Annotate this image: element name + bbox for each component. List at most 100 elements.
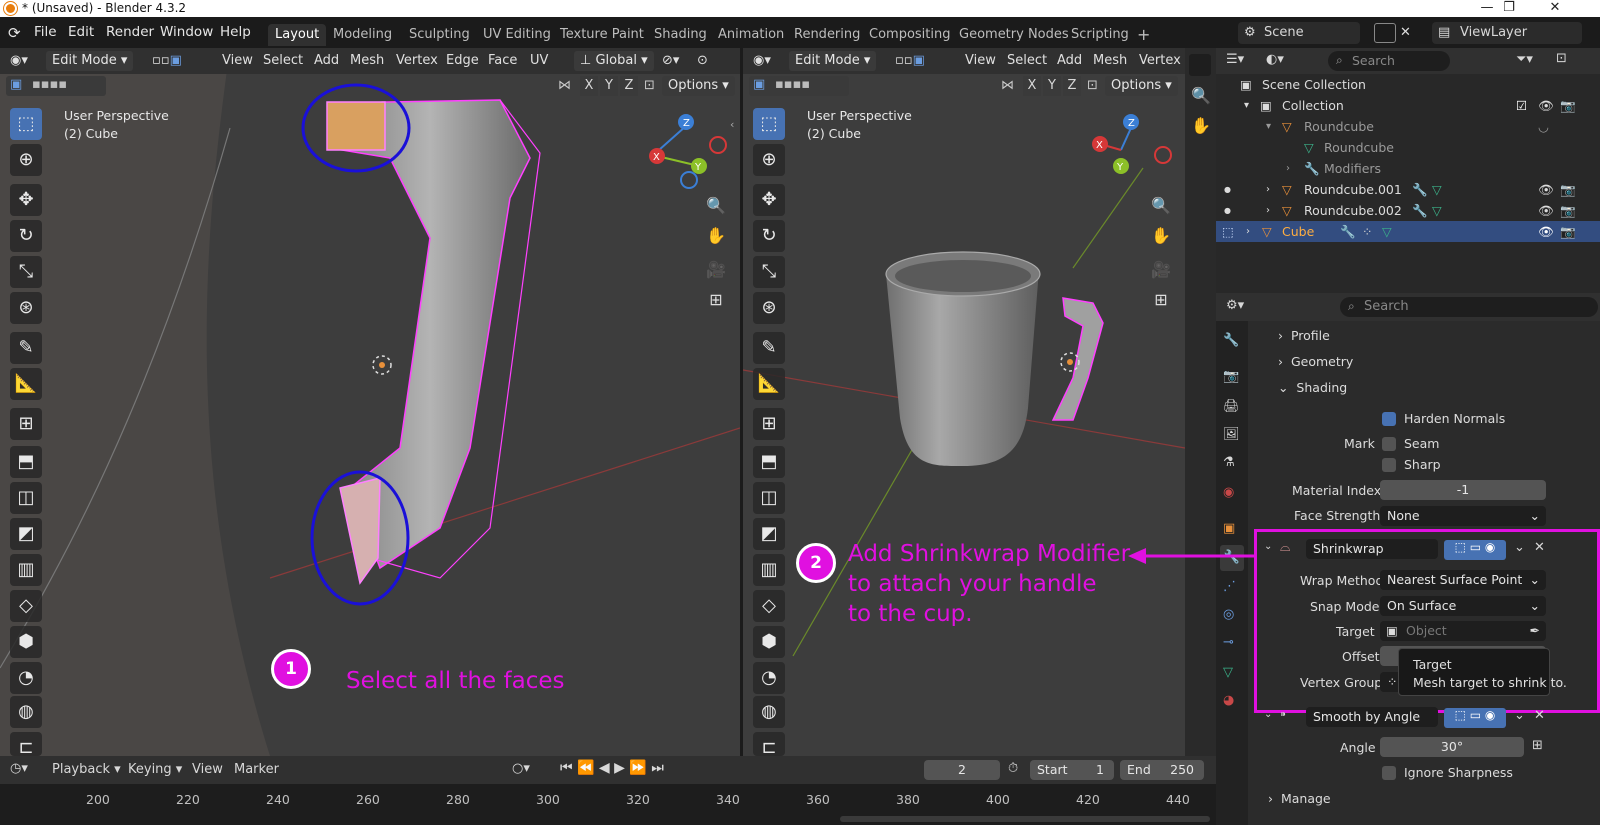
mirror-y-toggle[interactable]: Y <box>1043 76 1061 96</box>
constraints-tab-icon[interactable]: ⊸ <box>1223 635 1234 650</box>
chevron-right-icon[interactable]: › <box>1266 179 1270 200</box>
sidebar-toggle-icon[interactable]: ‹ <box>730 118 734 131</box>
material-index-field[interactable]: -1 <box>1380 480 1546 500</box>
viewport-right[interactable]: Z Y X ◉▾ Edit Mode ▾ ▫▫▣ View Select Add… <box>743 48 1185 756</box>
angle-field[interactable]: 30° <box>1380 737 1524 757</box>
smooth-tool-icon[interactable]: ◍ <box>10 696 42 728</box>
tab-layout[interactable]: Layout <box>268 24 327 46</box>
end-frame-field[interactable]: End 250 <box>1120 760 1204 780</box>
select-box-modes[interactable]: ▣ ▪▪▪▪ <box>6 76 106 96</box>
viewport-left[interactable]: Z Y X ◉▾ Edit Mode ▾ ▫▫▣ View Select Add… <box>0 48 740 756</box>
stopwatch-icon[interactable]: ⏱ <box>1008 761 1018 776</box>
outliner-editor-icon[interactable]: ☰▾ <box>1226 52 1244 67</box>
zoom-icon[interactable]: 🔍 <box>1187 82 1215 110</box>
eye-icon[interactable]: 👁 <box>1538 179 1554 200</box>
scale-tool-icon[interactable]: ⤡ <box>10 256 42 288</box>
zoom-icon[interactable]: 🔍 <box>702 192 730 220</box>
remove-modifier-icon[interactable]: ✕ <box>1534 708 1545 723</box>
mode-selector[interactable]: Edit Mode ▾ <box>789 51 877 71</box>
vp-menu-mesh[interactable]: Mesh <box>1093 53 1127 68</box>
tab-shading[interactable]: Shading <box>647 24 714 46</box>
tab-compositing[interactable]: Compositing <box>862 24 958 46</box>
pan-hand-icon[interactable]: ✋ <box>1187 112 1215 140</box>
scene-selector[interactable]: ⚙ Scene <box>1238 22 1360 44</box>
mirror-y-toggle[interactable]: Y <box>600 76 618 96</box>
shrinkwrap-name-field[interactable]: Shrinkwrap <box>1306 539 1438 559</box>
tab-uv-editing[interactable]: UV Editing <box>476 24 558 46</box>
bevel-tool-icon[interactable]: ◩ <box>753 518 785 550</box>
tool-tab-icon[interactable]: 🔧 <box>1223 333 1239 348</box>
outliner-search[interactable]: ⌕ Search <box>1328 51 1450 71</box>
outliner-row-roundcube-002[interactable]: ● › ▽ Roundcube.002 🔧 ▽ 👁 📷 <box>1216 200 1600 221</box>
menu-help[interactable]: Help <box>220 24 251 40</box>
chevron-right-icon[interactable]: › <box>1246 221 1250 242</box>
record-icon[interactable]: ○▾ <box>512 761 530 776</box>
panel-profile[interactable]: › Profile <box>1278 328 1330 343</box>
move-tool-icon[interactable]: ✥ <box>10 184 42 216</box>
editor-type-icon[interactable]: ◉▾ <box>10 53 28 68</box>
display-mode-icon[interactable]: ◐▾ <box>1266 52 1284 67</box>
eye-closed-icon[interactable]: ◡ <box>1538 116 1549 137</box>
add-cube-tool-icon[interactable]: ⊞ <box>753 408 785 440</box>
vp-menu-mesh[interactable]: Mesh <box>350 53 384 68</box>
shear-tool-icon[interactable]: ⊏ <box>10 732 42 756</box>
options-dropdown[interactable]: Options ▾ <box>1105 76 1178 96</box>
vp-menu-vertex[interactable]: Vertex <box>396 53 438 68</box>
output-tab-icon[interactable]: 🖨 <box>1223 399 1240 414</box>
poly-build-tool-icon[interactable]: ⬢ <box>753 626 785 658</box>
panel-manage[interactable]: › Manage <box>1268 791 1331 806</box>
vp-menu-view[interactable]: View <box>965 53 996 68</box>
annotate-tool-icon[interactable]: ✎ <box>753 332 785 364</box>
editor-type-icon[interactable]: ◉▾ <box>753 53 771 68</box>
material-tab-icon[interactable]: ◕ <box>1223 693 1234 708</box>
pan-hand-icon[interactable]: ✋ <box>702 222 730 250</box>
eyedropper-icon[interactable]: ✒ <box>1530 621 1540 641</box>
current-frame-field[interactable]: 2 <box>924 760 1000 780</box>
outliner-row-roundcube-mesh[interactable]: ▽ Roundcube <box>1216 137 1600 158</box>
pivot-icon[interactable]: ⊘▾ <box>662 53 679 68</box>
timeline-editor-icon[interactable]: ◷▾ <box>10 761 28 776</box>
tab-sculpting[interactable]: Sculpting <box>402 24 477 46</box>
panel-shading[interactable]: ⌄ Shading <box>1278 380 1347 395</box>
outliner-row-scene-collection[interactable]: ▣ Scene Collection <box>1216 74 1600 95</box>
menu-window[interactable]: Window <box>160 24 213 40</box>
outliner-row-roundcube-001[interactable]: ● › ▽ Roundcube.001 🔧 ▽ 👁 📷 <box>1216 179 1600 200</box>
panel-geometry[interactable]: › Geometry <box>1278 354 1353 369</box>
outliner-row-modifiers[interactable]: › 🔧 Modifiers <box>1216 158 1600 179</box>
blender-menu-icon[interactable]: ⟳ <box>8 24 21 42</box>
filter-icon[interactable]: ⏷▾ <box>1516 52 1533 67</box>
playback-controls[interactable]: ⏮ ⏪ ◀ ▶ ⏩ ⏭ <box>560 760 664 776</box>
vp-menu-add[interactable]: Add <box>314 53 339 68</box>
start-frame-field[interactable]: Start 1 <box>1030 760 1114 780</box>
chevron-down-icon[interactable]: ▾ <box>1244 95 1249 116</box>
keying-menu[interactable]: Keying ▾ <box>128 762 182 777</box>
view-layer-selector[interactable]: ▤ ViewLayer <box>1432 22 1582 44</box>
loop-cut-tool-icon[interactable]: ▥ <box>10 554 42 586</box>
object-tab-icon[interactable]: ▣ <box>1223 521 1235 536</box>
transform-tool-icon[interactable]: ⊛ <box>753 292 785 324</box>
render-tab-icon[interactable]: 📷 <box>1223 369 1239 384</box>
world-tab-icon[interactable]: ◉ <box>1223 485 1234 500</box>
mirror-x-toggle[interactable]: X <box>580 76 598 96</box>
ignore-sharpness-checkbox[interactable] <box>1382 766 1396 780</box>
select-mode-icons[interactable]: ▫▫▣ <box>895 53 925 68</box>
tab-animation[interactable]: Animation <box>711 24 791 46</box>
add-cube-tool-icon[interactable]: ⊞ <box>10 408 42 440</box>
camera-icon[interactable]: 📷 <box>1560 221 1576 242</box>
mirror-x-toggle[interactable]: X <box>1023 76 1041 96</box>
smooth-name-field[interactable]: Smooth by Angle <box>1306 707 1438 727</box>
face-strength-dropdown[interactable]: None ⌄ <box>1380 506 1546 526</box>
modifier-visibility-toggles[interactable]: ⬚ ▭ ◉ <box>1444 540 1506 560</box>
auto-mirror-icon[interactable]: ⊡ <box>644 78 655 93</box>
move-tool-icon[interactable]: ✥ <box>753 184 785 216</box>
vp-menu-face[interactable]: Face <box>488 53 517 68</box>
physics-tab-icon[interactable]: ◎ <box>1223 607 1234 622</box>
zoom-icon[interactable]: 🔍 <box>1147 192 1175 220</box>
bevel-tool-icon[interactable]: ◩ <box>10 518 42 550</box>
cursor-tool-icon[interactable]: ⊕ <box>10 144 42 176</box>
tab-geometry-nodes[interactable]: Geometry Nodes <box>952 24 1076 46</box>
wrap-method-dropdown[interactable]: Nearest Surface Point ⌄ <box>1380 570 1546 590</box>
measure-tool-icon[interactable]: 📐 <box>753 368 785 400</box>
harden-normals-checkbox[interactable] <box>1382 412 1396 426</box>
collection-checkbox[interactable]: ☑ <box>1516 95 1527 116</box>
